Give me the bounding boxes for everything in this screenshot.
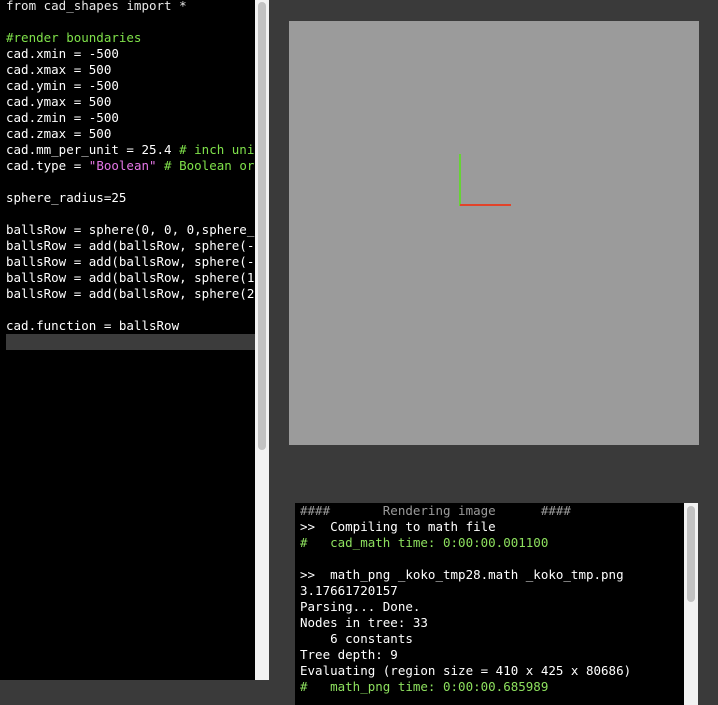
code-text: cad.type = (6, 158, 89, 173)
code-line[interactable]: ballsRow = add(ballsRow, sphere(-100 (6, 254, 255, 270)
console-line: Nodes in tree: 33 (300, 615, 428, 630)
code-line[interactable]: sphere_radius=25 (6, 190, 126, 206)
code-line[interactable]: cad.zmin = -500 (6, 110, 119, 126)
code-string: "Boolean" (88, 158, 157, 173)
code-line[interactable]: from cad_shapes import * (6, 0, 187, 14)
code-line[interactable]: cad.type = "Boolean" # Boolean or R (6, 158, 255, 174)
code-editor[interactable]: from cad_shapes import * #render boundari… (0, 0, 255, 680)
code-text: ballsRow = add(ballsRow, sphere(200 (6, 286, 255, 301)
console-line: Parsing... Done. (300, 599, 421, 614)
code-text: #render boundaries (6, 30, 142, 45)
code-text: ballsRow = add(ballsRow, sphere(-200 (6, 238, 255, 253)
code-line[interactable]: cad.ymin = -500 (6, 78, 119, 94)
y-axis-indicator (459, 154, 461, 206)
console-line: 3.17661720157 (300, 583, 398, 598)
console-line: #### Rendering image #### (300, 503, 571, 518)
console-line: # math_png time: 0:00:00.685989 (300, 679, 549, 694)
code-line[interactable]: ballsRow = add(ballsRow, sphere(200 (6, 286, 255, 302)
output-console: #### Rendering image #### >> Compiling to… (295, 503, 684, 705)
code-comment: # inch units (179, 142, 255, 157)
code-text: sphere_radius=25 (6, 190, 127, 205)
code-line[interactable]: cad.xmin = -500 (6, 46, 119, 62)
code-text: cad.mm_per_unit = 25.4 (6, 142, 180, 157)
console-line: # cad_math time: 0:00:00.001100 (300, 535, 549, 550)
code-line[interactable]: #render boundaries (6, 30, 141, 46)
console-line: Tree depth: 9 (300, 647, 398, 662)
x-axis-indicator (460, 204, 511, 206)
code-text: cad.xmax = 500 (6, 62, 112, 77)
code-line[interactable]: ballsRow = add(ballsRow, sphere(100 (6, 270, 255, 286)
code-line[interactable]: cad.mm_per_unit = 25.4 # inch units (6, 142, 255, 158)
console-line: >> Compiling to math file (300, 519, 496, 534)
code-text: ballsRow = sphere(0, 0, 0,sphere_radius) (6, 222, 255, 237)
code-text: cad.ymin = -500 (6, 78, 119, 93)
current-line-highlight (6, 334, 255, 350)
code-text: cad.zmin = -500 (6, 110, 119, 125)
console-scrollbar-thumb[interactable] (687, 506, 695, 602)
code-text: from cad_shapes import * (6, 0, 187, 13)
code-comment: # Boolean or R (164, 158, 255, 173)
console-line: >> math_png _koko_tmp28.math _koko_tmp.p… (300, 567, 624, 582)
code-text: ballsRow = add(ballsRow, sphere(100 (6, 270, 255, 285)
editor-scrollbar[interactable] (255, 0, 269, 680)
code-text: cad.function = ballsRow (6, 318, 180, 333)
code-line[interactable]: cad.xmax = 500 (6, 62, 111, 78)
code-line[interactable]: ballsRow = add(ballsRow, sphere(-200 (6, 238, 255, 254)
code-line[interactable]: ballsRow = sphere(0, 0, 0,sphere_radius) (6, 222, 255, 238)
code-text: cad.ymax = 500 (6, 94, 112, 109)
code-text: cad.xmin = -500 (6, 46, 119, 61)
console-line: 6 constants (300, 631, 413, 646)
editor-scrollbar-thumb[interactable] (258, 2, 266, 450)
console-line: Evaluating (region size = 410 x 425 x 80… (300, 663, 632, 678)
code-line[interactable]: cad.function = ballsRow (6, 318, 179, 334)
code-text: cad.zmax = 500 (6, 126, 112, 141)
code-text: ballsRow = add(ballsRow, sphere(-100 (6, 254, 255, 269)
render-viewport[interactable] (289, 21, 699, 445)
code-line[interactable]: cad.zmax = 500 (6, 126, 111, 142)
console-scrollbar[interactable] (684, 503, 698, 705)
code-line[interactable]: cad.ymax = 500 (6, 94, 111, 110)
